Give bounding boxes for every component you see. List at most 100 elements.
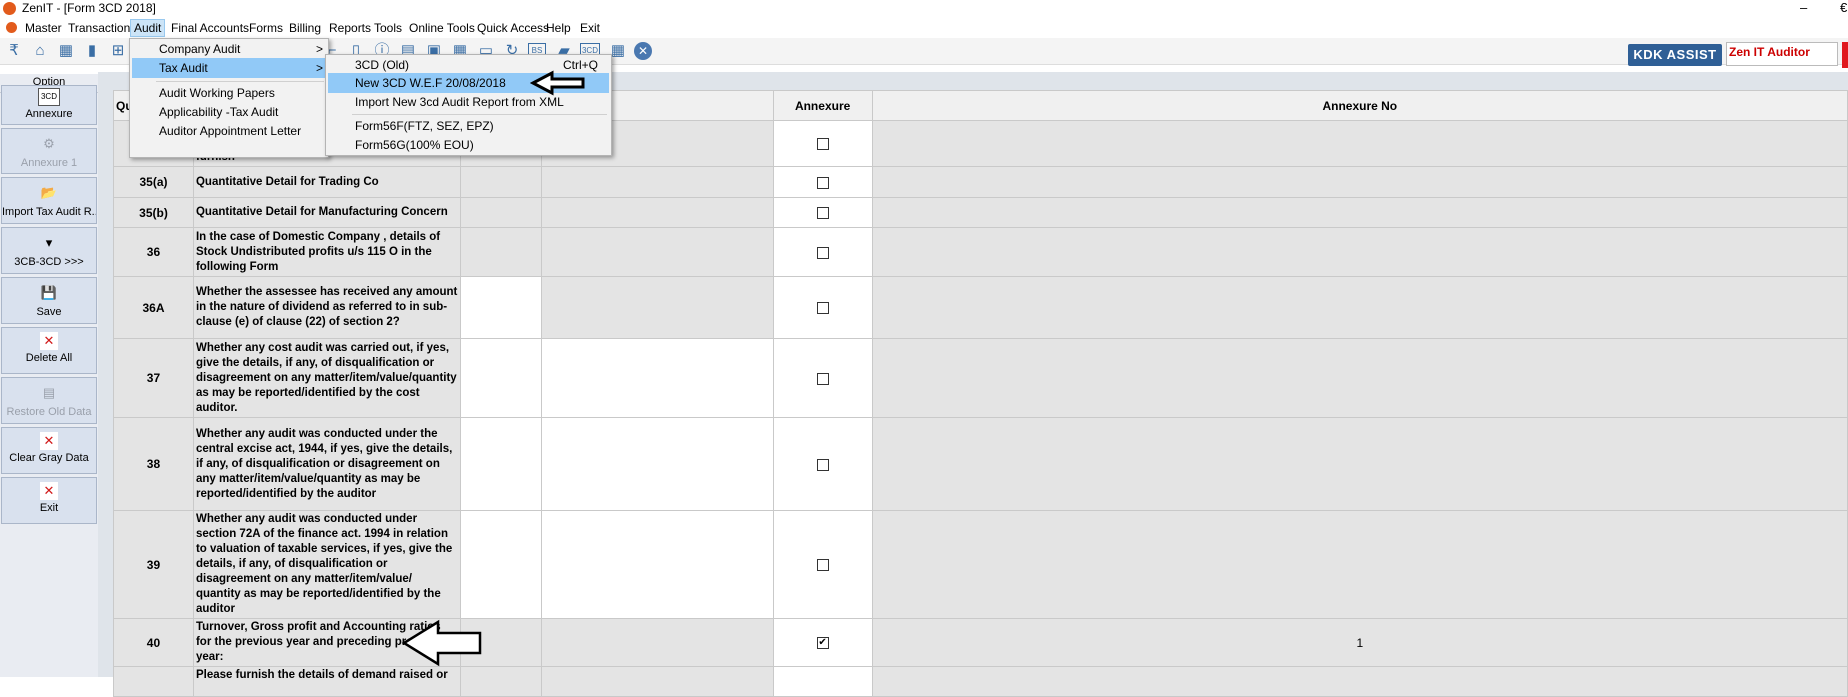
annexure-checkbox[interactable] [816,372,829,385]
auditor-field[interactable]: Zen IT Auditor [1726,42,1838,66]
exit-button[interactable]: ✕ Exit [1,477,97,524]
annexure-cell[interactable] [772,166,873,198]
table-row[interactable]: 36A Whether the assessee has received an… [113,276,1848,339]
gift-icon[interactable]: ⊞ [108,41,128,61]
annexure-no-cell[interactable]: 1 [871,618,1848,667]
annexure-no-header: Annexure No [871,90,1848,121]
table-row[interactable]: 36 In the case of Domestic Company , det… [113,227,1848,277]
menu-reports[interactable]: Reports [326,20,374,36]
table-row[interactable]: 39 Whether any audit was conducted under… [113,510,1848,619]
annexure-checkbox[interactable] [816,138,829,151]
annexure-checkbox[interactable] [816,176,829,189]
annexure-cell[interactable] [772,276,873,339]
menu-master[interactable]: Master [22,20,65,36]
menu-item-tax-audit[interactable]: Tax Audit > [132,58,326,78]
minimize-button[interactable]: – [1800,0,1807,15]
annexure-cell[interactable] [772,338,873,418]
building-icon[interactable]: ▦ [56,41,76,61]
annexure-checkbox[interactable] [816,207,829,220]
import-tax-audit-button[interactable]: 📂 Import Tax Audit R... [1,177,97,224]
row-cell[interactable] [459,197,542,228]
row-input-cell[interactable] [540,338,774,418]
kdk-assist-button[interactable]: KDK ASSIST [1628,44,1722,66]
menu-billing[interactable]: Billing [286,20,324,36]
row-cell[interactable] [540,666,774,697]
menu-quick-access[interactable]: Quick Access [474,20,552,36]
menu-transactions[interactable]: Transactions [65,20,139,36]
annexure-no-cell[interactable] [871,276,1848,339]
restore-old-data-button[interactable]: ▤ Restore Old Data [1,377,97,424]
menu-forms[interactable]: Forms [246,20,286,36]
row-input-cell[interactable] [459,417,542,511]
annexure-checkbox[interactable] [816,246,829,259]
row-input-cell[interactable] [459,510,542,619]
menu-audit[interactable]: Audit [130,19,166,37]
row-input-cell[interactable] [540,510,774,619]
row-cell[interactable] [540,166,774,198]
annexure-no-cell[interactable] [871,338,1848,418]
menu-item-auditor-appointment-letter[interactable]: Auditor Appointment Letter [130,121,328,141]
row-input-cell[interactable] [540,417,774,511]
rupee-icon[interactable]: ₹ [4,41,24,61]
printer-icon: ⚙ [43,136,55,151]
menu-help[interactable]: Help [543,20,574,36]
table-row[interactable]: 35(a) Quantitative Detail for Trading Co [113,166,1848,198]
menu-item-audit-working-papers[interactable]: Audit Working Papers [130,83,328,103]
row-number: 39 [113,510,194,619]
annexure-cell[interactable]: ✔ [772,618,873,667]
annexure-no-cell[interactable] [871,227,1848,277]
row-cell[interactable] [540,618,774,667]
annexure-no-cell[interactable] [871,166,1848,198]
menu-exit[interactable]: Exit [577,20,603,36]
window-control[interactable]: € [1840,0,1847,15]
save-button[interactable]: 💾 Save [1,277,97,324]
3cb-3cd-button[interactable]: ▾ 3CB-3CD >>> [1,227,97,274]
annexure-cell[interactable] [772,417,873,511]
row-input-cell[interactable] [459,338,542,418]
chart-icon[interactable]: ▮ [82,41,102,61]
annexure-no-cell[interactable] [871,120,1848,167]
table-row[interactable]: 37 Whether any cost audit was carried ou… [113,338,1848,418]
row-cell[interactable] [540,276,774,339]
annexure-cell[interactable] [772,197,873,228]
row-cell[interactable] [459,666,542,697]
menu-item-applicability-tax-audit[interactable]: Applicability -Tax Audit [130,102,328,122]
table-row[interactable]: 38 Whether any audit was conducted under… [113,417,1848,511]
annexure-cell[interactable] [772,227,873,277]
annexure-checkbox[interactable] [816,302,829,315]
annexure-checkbox-checked[interactable]: ✔ [816,637,829,650]
annexure-cell[interactable] [772,510,873,619]
annexure-no-cell[interactable] [871,197,1848,228]
close-icon[interactable]: ✕ [634,42,652,60]
delete-icon: ✕ [40,332,58,350]
annexure-checkbox[interactable] [816,458,829,471]
clear-gray-data-button[interactable]: ✕ Clear Gray Data [1,427,97,474]
annexure-no-cell[interactable] [871,417,1848,511]
table-row[interactable]: Please furnish the details of demand rai… [113,666,1848,697]
menu-final-accounts[interactable]: Final Accounts [168,20,252,36]
delete-all-button[interactable]: ✕ Delete All [1,327,97,374]
annexure-button[interactable]: 3CD Annexure [1,85,97,125]
row-cell[interactable] [540,197,774,228]
annexure-1-button[interactable]: ⚙ Annexure 1 [1,128,97,174]
annexure-cell[interactable] [772,666,873,697]
annexure-cell[interactable] [772,120,873,167]
menu-item-company-audit[interactable]: Company Audit > [130,39,328,59]
annexure-header: Annexure [772,90,873,121]
annexure-no-cell[interactable] [871,510,1848,619]
menu-item-form56f[interactable]: Form56F(FTZ, SEZ, EPZ) [326,116,611,136]
row-cell[interactable] [459,166,542,198]
row-input-cell[interactable] [459,276,542,339]
home-icon[interactable]: ⌂ [30,41,50,61]
menu-online-tools[interactable]: Online Tools [406,20,478,36]
annexure-checkbox[interactable] [816,559,829,572]
menu-tools[interactable]: Tools [371,20,405,36]
table-row[interactable]: 35(b) Quantitative Detail for Manufactur… [113,197,1848,228]
menu-item-form56g[interactable]: Form56G(100% EOU) [326,135,611,155]
clear-icon: ✕ [40,432,58,450]
annexure-no-cell[interactable] [871,666,1848,697]
row-cell[interactable] [459,227,542,277]
table-row[interactable]: 40 Turnover, Gross profit and Accounting… [113,618,1848,667]
row-cell[interactable] [540,227,774,277]
system-menu-icon[interactable] [6,22,17,33]
